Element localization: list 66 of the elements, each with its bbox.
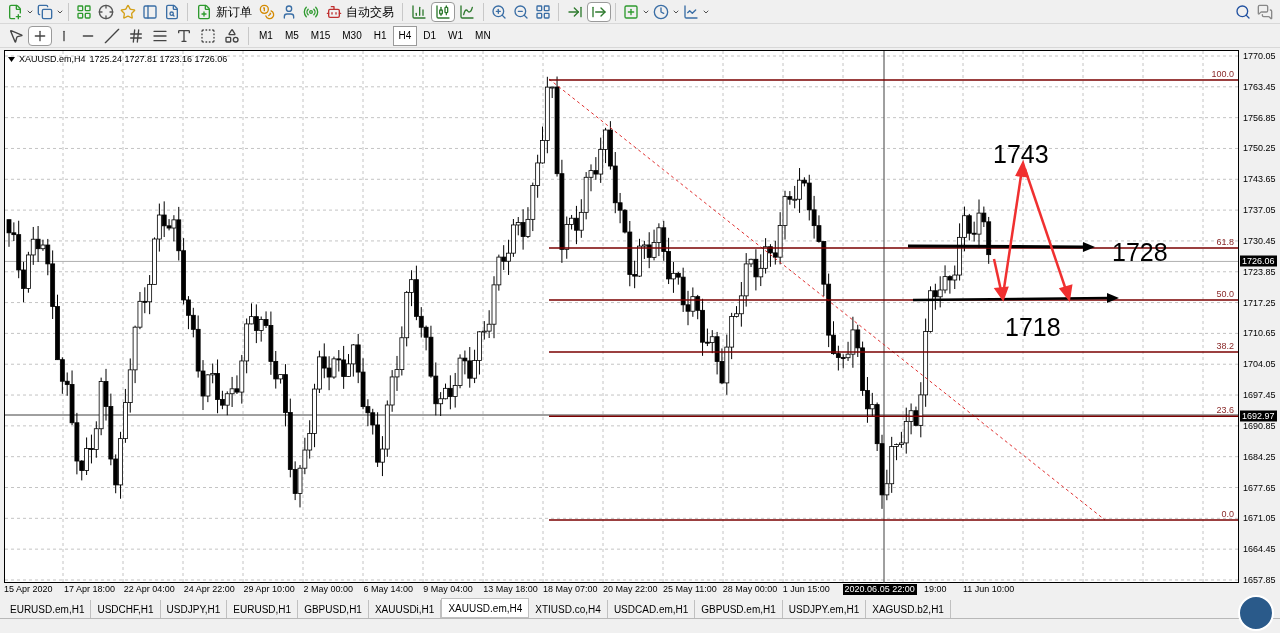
time-axis-label: 28 May 00:00 — [722, 584, 778, 595]
price-axis-label: 1723.85 — [1243, 266, 1276, 277]
crosshair-icon[interactable] — [28, 25, 52, 46]
price-badge: 1726.06 — [1240, 255, 1277, 267]
price-axis-label: 1750.25 — [1243, 143, 1276, 154]
time-axis-label: 19:00 — [924, 584, 947, 595]
timeframe-button[interactable]: M5 — [278, 25, 305, 46]
avatar — [1238, 595, 1274, 631]
time-axis-label: 20 May 22:00 — [603, 584, 658, 595]
fibonacci-level-label: 0.0 — [1221, 509, 1234, 519]
price-axis-label: 1730.45 — [1243, 235, 1276, 246]
dropdown-triangle-icon[interactable] — [8, 57, 15, 63]
timeframe-button[interactable]: H4 — [392, 25, 418, 46]
time-axis-label: 1 Jun 15:00 — [782, 584, 830, 595]
chart-shift-icon[interactable] — [587, 1, 611, 22]
fibonacci-level-label: 100.0 — [1211, 69, 1234, 79]
time-axis-label: 6 May 14:00 — [363, 584, 413, 595]
price-annotation: 1743 — [993, 140, 1049, 168]
fibonacci-level-label: 61.8 — [1216, 237, 1234, 248]
price-axis-label: 1710.65 — [1243, 328, 1276, 339]
fibonacci-level-label: 50.0 — [1216, 289, 1234, 299]
timeframe-button[interactable]: M15 — [304, 25, 337, 46]
time-axis-label: 15 Apr 2020 — [4, 584, 53, 595]
time-axis-label: 2 May 00:00 — [303, 584, 354, 595]
price-axis-label: 1671.05 — [1243, 513, 1276, 524]
time-axis-label: 22 Apr 04:00 — [123, 584, 175, 595]
autotrade-button[interactable]: 自动交易 — [322, 1, 398, 22]
price-axis-label: 1763.45 — [1243, 81, 1276, 92]
ohlc-values: 1725.24 1727.81 1723.16 1726.06 — [89, 53, 228, 66]
timeframe-button[interactable]: W1 — [442, 25, 470, 46]
chart-symbol: XAUUSD.em,H4 — [19, 53, 86, 66]
time-axis-label: 18 May 07:00 — [543, 584, 598, 595]
price-axis-label: 1717.25 — [1243, 297, 1276, 308]
timeframe-button[interactable]: D1 — [417, 25, 443, 46]
candlestick-icon[interactable] — [431, 1, 455, 22]
price-axis-label: 1657.85 — [1243, 574, 1276, 585]
time-axis-label: 25 May 11:00 — [662, 584, 717, 595]
price-axis-label: 1737.05 — [1243, 205, 1276, 216]
timeframe-button[interactable]: M1 — [253, 25, 279, 46]
price-badge: 1692.97 — [1240, 410, 1277, 422]
fibonacci-level-label: 23.6 — [1216, 405, 1234, 416]
time-axis-label: 13 May 18:00 — [483, 584, 538, 595]
price-axis-label: 1756.85 — [1243, 112, 1276, 123]
time-axis-label: 11 Jun 10:00 — [963, 584, 1015, 595]
time-axis-label: 29 Apr 10:00 — [243, 584, 295, 595]
timeframe-button[interactable]: MN — [469, 25, 497, 46]
chart-tab[interactable]: XAUUSD.em,H4 — [441, 598, 530, 618]
time-axis-label: 9 May 04:00 — [423, 584, 473, 595]
price-axis-label: 1684.25 — [1243, 451, 1276, 462]
new-order-button[interactable]: 新订单 — [192, 1, 256, 22]
time-axis-label: 17 Apr 18:00 — [63, 584, 115, 595]
price-axis-label: 1704.05 — [1243, 359, 1276, 370]
time-axis-label: 24 Apr 22:00 — [183, 584, 235, 595]
price-axis-label: 1697.45 — [1243, 390, 1276, 401]
price-annotation: 1718 — [1005, 313, 1061, 341]
timeframe-button[interactable]: M30 — [336, 25, 368, 46]
timeframe-button[interactable]: H1 — [367, 25, 393, 46]
new-order-icon — [196, 3, 212, 20]
price-axis-label: 1677.65 — [1243, 482, 1276, 493]
price-axis-label: 1743.65 — [1243, 174, 1276, 185]
price-axis-label: 1770.05 — [1243, 51, 1276, 61]
fibonacci-level-label: 38.2 — [1216, 340, 1234, 351]
time-cursor-badge: 2020.06.05 22:00 — [842, 584, 917, 595]
robot-icon — [326, 3, 342, 20]
price-axis-label: 1664.45 — [1243, 544, 1276, 555]
price-axis-label: 1690.85 — [1243, 420, 1276, 431]
